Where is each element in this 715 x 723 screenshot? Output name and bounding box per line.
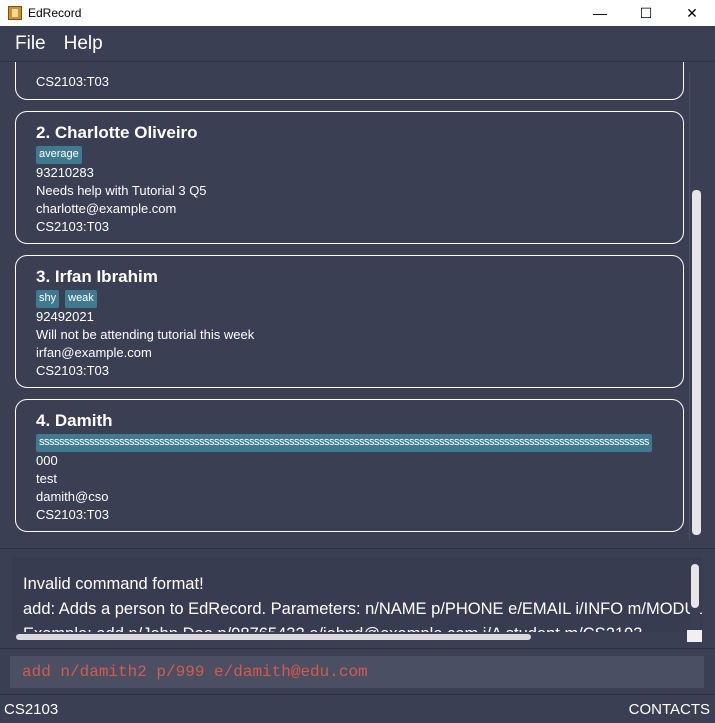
person-info: test — [36, 471, 57, 486]
title-bar: EdRecord — ☐ ✕ — [0, 0, 715, 26]
tag: shy — [36, 290, 60, 308]
tag: average — [36, 146, 82, 164]
menu-help[interactable]: Help — [54, 33, 111, 55]
result-display[interactable]: Invalid command format! add: Adds a pers… — [12, 557, 702, 642]
result-scrollbar-horizontal-thumb[interactable] — [16, 634, 531, 640]
tag: ssssssssssssssssssssssssssssssssssssssss… — [36, 434, 652, 452]
status-view: CONTACTS — [628, 701, 710, 718]
command-panel: add n/damith2 p/999 e/damith@edu.com — [0, 648, 715, 694]
person-email: irfan@example.com — [36, 345, 152, 360]
person-phone: 92492021 — [36, 309, 94, 324]
menu-file[interactable]: File — [0, 33, 54, 55]
result-display-panel: Invalid command format! add: Adds a pers… — [0, 548, 715, 648]
result-scrollbar-vertical[interactable] — [690, 560, 700, 628]
person-phone: 000 — [36, 453, 58, 468]
tag: weak — [65, 290, 97, 308]
window-title: EdRecord — [28, 6, 82, 20]
window-controls: — ☐ ✕ — [577, 0, 715, 26]
person-phone: 93210283 — [36, 165, 94, 180]
status-bar: CS2103 CONTACTS — [0, 694, 715, 723]
app-icon — [8, 6, 22, 20]
list-scrollbar-thumb[interactable] — [692, 190, 701, 535]
result-scrollbar-vertical-thumb[interactable] — [691, 564, 699, 608]
person-name: 4. Damith — [36, 411, 113, 430]
person-card[interactable]: CS2103:T03 — [15, 62, 684, 100]
command-input[interactable]: add n/damith2 p/999 e/damith@edu.com — [10, 656, 704, 688]
result-line: Invalid command format! — [23, 575, 204, 593]
person-info: Will not be attending tutorial this week — [36, 327, 255, 342]
result-scrollbar-horizontal[interactable] — [12, 632, 687, 642]
tag-list: average — [36, 146, 683, 164]
tag-list: shy weak — [36, 290, 683, 308]
person-module: CS2103:T03 — [36, 74, 109, 89]
status-module: CS2103 — [4, 701, 59, 718]
close-button[interactable]: ✕ — [669, 0, 715, 26]
person-list: CS2103:T03 2. Charlotte Oliveiro average… — [0, 62, 715, 545]
person-email: damith@cso — [36, 489, 109, 504]
person-module: CS2103:T03 — [36, 219, 109, 234]
person-module: CS2103:T03 — [36, 507, 109, 522]
result-line: add: Adds a person to EdRecord. Paramete… — [23, 600, 702, 618]
tag-list: ssssssssssssssssssssssssssssssssssssssss… — [36, 434, 683, 452]
person-name: 2. Charlotte Oliveiro — [36, 123, 198, 142]
person-card[interactable]: 2. Charlotte Oliveiro average 93210283 N… — [15, 111, 684, 244]
person-card[interactable]: 4. Damith ssssssssssssssssssssssssssssss… — [15, 399, 684, 532]
person-info: Needs help with Tutorial 3 Q5 — [36, 183, 207, 198]
person-name: 3. Irfan Ibrahim — [36, 267, 158, 286]
list-scrollbar[interactable] — [689, 72, 703, 540]
person-card[interactable]: 3. Irfan Ibrahim shy weak 92492021 Will … — [15, 255, 684, 388]
menu-bar: File Help — [0, 26, 715, 62]
person-email: charlotte@example.com — [36, 201, 177, 216]
minimize-button[interactable]: — — [577, 0, 623, 26]
scrollbar-corner — [687, 630, 702, 642]
maximize-button[interactable]: ☐ — [623, 0, 669, 26]
person-module: CS2103:T03 — [36, 363, 109, 378]
